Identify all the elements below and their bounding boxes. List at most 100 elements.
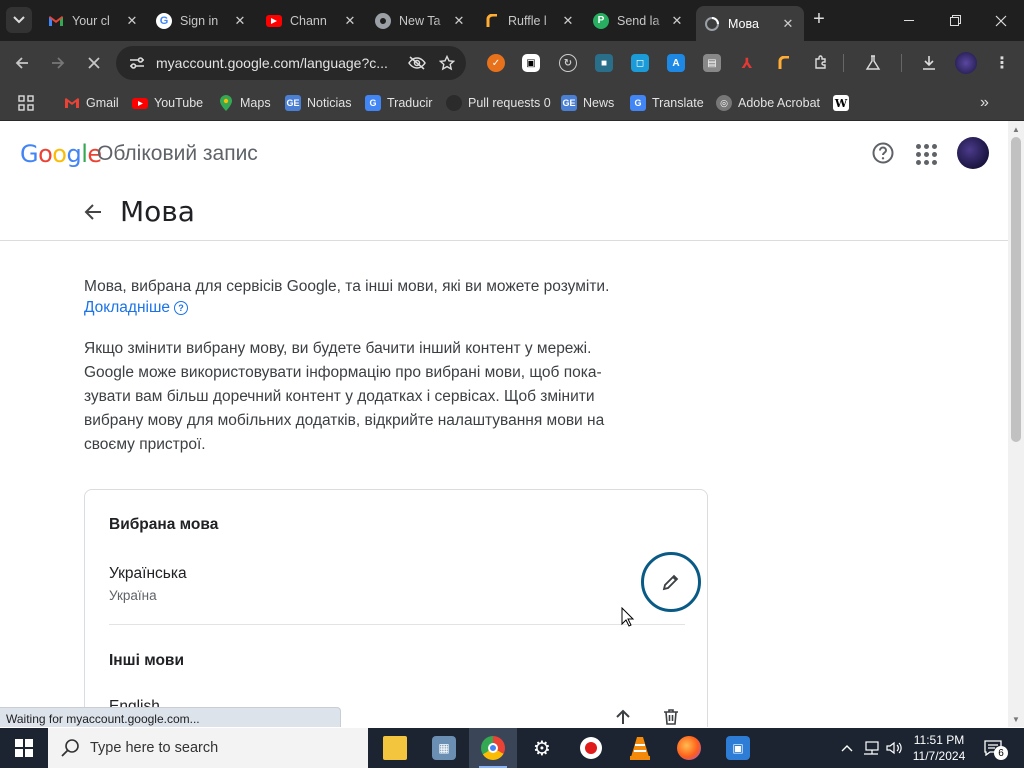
close-icon[interactable]: ✕ <box>780 16 796 32</box>
extension-icon[interactable]: ✓ <box>487 54 505 72</box>
move-up-button[interactable] <box>611 705 635 727</box>
tab-sign-in[interactable]: G Sign in ✕ <box>148 6 256 35</box>
windows-taskbar: Type here to search ▦ ⚙ ▣ 11:51 PM 11/7/… <box>0 728 1024 768</box>
star-icon[interactable] <box>436 52 458 74</box>
extension-icon[interactable]: ↻ <box>559 54 577 72</box>
maps-icon <box>218 95 234 111</box>
settings-app[interactable]: ⚙ <box>518 728 566 768</box>
extension-icon[interactable]: ▤ <box>703 54 721 72</box>
apps-dot <box>932 160 937 165</box>
more-bookmarks-button[interactable]: » <box>980 92 989 114</box>
scroll-up-arrow[interactable]: ▲ <box>1008 122 1024 136</box>
site-info-icon[interactable] <box>128 54 146 72</box>
back-button[interactable] <box>8 49 36 77</box>
stop-button[interactable] <box>80 49 108 77</box>
apps-dot <box>916 152 921 157</box>
bookmark-adobe-acrobat[interactable]: ◎ Adobe Acrobat <box>716 92 820 114</box>
forward-button[interactable] <box>44 49 72 77</box>
file-explorer-app[interactable] <box>371 728 419 768</box>
gear-icon: ⚙ <box>533 737 551 760</box>
learn-more-link[interactable]: Докладніше ? <box>84 299 189 317</box>
bookmark-noticias[interactable]: GE Noticias <box>285 92 351 114</box>
delete-language-button[interactable] <box>659 705 683 727</box>
search-icon <box>61 739 79 757</box>
url-text: myaccount.google.com/language?c... <box>156 55 388 71</box>
tab-new-tab[interactable]: New Ta ✕ <box>367 6 475 35</box>
bookmark-wikipedia[interactable]: W <box>833 92 855 114</box>
chrome-app[interactable] <box>469 728 517 768</box>
tab-title: Мова <box>728 16 759 31</box>
puzzle-icon[interactable] <box>812 54 830 72</box>
profile-avatar[interactable] <box>955 52 977 74</box>
product-name[interactable]: Обліковий запис <box>97 142 258 166</box>
account-avatar[interactable] <box>957 137 989 169</box>
bookmark-label: Gmail <box>86 96 119 110</box>
extension-icon[interactable]: ■ <box>595 54 613 72</box>
app-blue[interactable]: ▣ <box>714 728 762 768</box>
scroll-down-arrow[interactable]: ▼ <box>1008 712 1024 726</box>
taskbar-clock[interactable]: 11:51 PM 11/7/2024 <box>906 732 972 764</box>
vlc-app[interactable] <box>616 728 664 768</box>
flask-icon[interactable] <box>864 54 882 72</box>
bookmark-news[interactable]: GE News <box>561 92 614 114</box>
help-button[interactable] <box>870 140 896 166</box>
tray-overflow-icon[interactable] <box>838 728 856 768</box>
close-icon[interactable]: ✕ <box>451 13 467 29</box>
volume-icon[interactable] <box>884 728 906 768</box>
close-icon[interactable]: ✕ <box>232 13 248 29</box>
tab-send[interactable]: P Send la ✕ <box>585 6 693 35</box>
scrollbar-thumb[interactable] <box>1011 137 1021 442</box>
minimize-icon <box>904 20 914 21</box>
restore-button[interactable] <box>932 0 978 41</box>
google-logo[interactable]: Google <box>20 140 102 168</box>
bookmark-youtube[interactable]: YouTube <box>132 92 203 114</box>
bookmark-gmail[interactable]: Gmail <box>64 92 119 114</box>
close-icon[interactable]: ✕ <box>124 13 140 29</box>
edit-language-button[interactable] <box>641 552 701 612</box>
restore-icon <box>949 15 961 26</box>
bookmark-translate[interactable]: G Translate <box>630 92 704 114</box>
tab-ruffle[interactable]: Ruffle l ✕ <box>476 6 584 35</box>
close-icon[interactable]: ✕ <box>560 13 576 29</box>
tab-gmail[interactable]: Your cl ✕ <box>40 6 148 35</box>
extension-icon[interactable]: ▣ <box>522 54 540 72</box>
bookmark-pull-requests[interactable]: Pull requests 0 <box>446 92 551 114</box>
close-window-button[interactable] <box>978 0 1024 41</box>
recorder-app[interactable] <box>567 728 615 768</box>
tab-channel[interactable]: Chann ✕ <box>258 6 366 35</box>
download-icon[interactable] <box>920 54 938 72</box>
firefox-app[interactable] <box>665 728 713 768</box>
notifications-button[interactable]: 6 <box>980 736 1008 760</box>
bookmark-maps[interactable]: Maps <box>218 92 271 114</box>
close-icon[interactable]: ✕ <box>669 13 685 29</box>
back-arrow-button[interactable] <box>82 201 104 223</box>
extension-icon[interactable]: A <box>667 54 685 72</box>
taskbar-search[interactable]: Type here to search <box>48 728 368 768</box>
bookmark-traducir[interactable]: G Traducir <box>365 92 432 114</box>
minimize-button[interactable] <box>886 0 932 41</box>
new-tab-button[interactable]: + <box>808 8 830 30</box>
address-bar[interactable]: myaccount.google.com/language?c... <box>116 46 466 80</box>
tab-language-active[interactable]: Мова ✕ <box>696 6 804 41</box>
tab-title: Ruffle l <box>508 13 547 28</box>
google-apps-button[interactable] <box>913 141 937 165</box>
close-icon[interactable]: ✕ <box>342 13 358 29</box>
extension-icon[interactable]: ◻ <box>631 54 649 72</box>
preferred-language-region: Україна <box>109 588 157 603</box>
ruffle-icon[interactable] <box>775 54 793 72</box>
clock-time: 11:51 PM <box>913 733 965 747</box>
apps-dot <box>932 144 937 149</box>
vlc-icon <box>630 737 650 760</box>
youtube-icon <box>132 97 148 109</box>
start-button[interactable] <box>0 728 48 768</box>
screen: Your cl ✕ G Sign in ✕ Chann ✕ New Ta ✕ R… <box>0 0 1024 768</box>
tab-search-button[interactable] <box>6 7 32 33</box>
acrobat-icon[interactable]: ⅄ <box>738 54 756 72</box>
eye-off-icon[interactable] <box>406 52 428 74</box>
network-icon[interactable] <box>860 728 882 768</box>
more-vert-icon[interactable]: ⋮ <box>993 54 1011 72</box>
control-panel-app[interactable]: ▦ <box>420 728 468 768</box>
page-scrollbar[interactable]: ▲ ▼ <box>1008 121 1024 727</box>
apps-bookmark[interactable] <box>18 92 34 114</box>
bookmark-label: YouTube <box>154 96 204 110</box>
